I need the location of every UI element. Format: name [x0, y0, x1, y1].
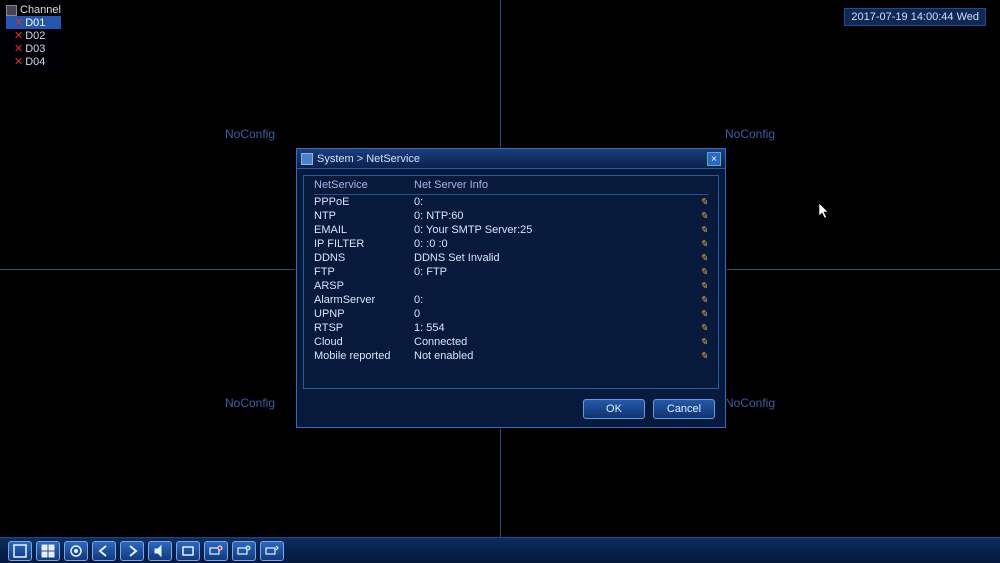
edit-icon[interactable]: ✎	[692, 265, 708, 279]
service-name: PPPoE	[314, 195, 414, 210]
cancel-button[interactable]: Cancel	[653, 399, 715, 419]
edit-icon[interactable]: ✎	[692, 209, 708, 223]
noconfig-label: NoConfig	[725, 396, 775, 410]
volume-button[interactable]	[148, 541, 172, 561]
multi-view-button[interactable]	[36, 541, 60, 561]
service-info: 0: FTP	[414, 265, 692, 279]
timestamp: 2017-07-19 14:00:44 Wed	[844, 8, 986, 26]
service-row-ip-filter[interactable]: IP FILTER0: :0 :0✎	[314, 237, 708, 251]
edit-icon[interactable]: ✎	[692, 293, 708, 307]
netservice-dialog: System > NetService × NetService Net Ser…	[296, 148, 726, 428]
netservice-table: NetService Net Server Info PPPoE0:✎NTP0:…	[314, 176, 708, 363]
channel-panel: Channel ✕D01✕D02✕D03✕D04	[2, 2, 65, 70]
taskbar	[0, 537, 1000, 563]
service-name: RTSP	[314, 321, 414, 335]
service-info: 0: NTP:60	[414, 209, 692, 223]
snapshot-button[interactable]	[260, 541, 284, 561]
channel-item-d04[interactable]: ✕D04	[6, 55, 61, 68]
edit-icon[interactable]: ✎	[692, 279, 708, 293]
edit-icon[interactable]: ✎	[692, 349, 708, 363]
dialog-titlebar[interactable]: System > NetService ×	[297, 149, 725, 169]
ptz-button[interactable]	[64, 541, 88, 561]
edit-icon[interactable]: ✎	[692, 237, 708, 251]
service-name: EMAIL	[314, 223, 414, 237]
x-icon: ✕	[14, 56, 23, 68]
service-info: 0:	[414, 293, 692, 307]
service-name: FTP	[314, 265, 414, 279]
service-info: 0: Your SMTP Server:25	[414, 223, 692, 237]
service-row-ddns[interactable]: DDNSDDNS Set Invalid✎	[314, 251, 708, 265]
dialog-title: System > NetService	[317, 153, 707, 165]
service-name: UPNP	[314, 307, 414, 321]
close-button[interactable]: ×	[707, 152, 721, 166]
edit-icon[interactable]: ✎	[692, 251, 708, 265]
edit-icon[interactable]: ✎	[692, 321, 708, 335]
color-button[interactable]	[176, 541, 200, 561]
service-row-mobile-reported[interactable]: Mobile reportedNot enabled✎	[314, 349, 708, 363]
x-icon: ✕	[14, 30, 23, 42]
service-row-pppoe[interactable]: PPPoE0:✎	[314, 195, 708, 210]
service-info: 1: 554	[414, 321, 692, 335]
service-name: Cloud	[314, 335, 414, 349]
record-off-button[interactable]	[232, 541, 256, 561]
service-row-email[interactable]: EMAIL0: Your SMTP Server:25✎	[314, 223, 708, 237]
single-view-button[interactable]	[8, 541, 32, 561]
service-name: Mobile reported	[314, 349, 414, 363]
x-icon: ✕	[14, 43, 23, 55]
channel-item-d03[interactable]: ✕D03	[6, 42, 61, 55]
service-info: 0:	[414, 195, 692, 210]
service-row-upnp[interactable]: UPNP0✎	[314, 307, 708, 321]
ok-button[interactable]: OK	[583, 399, 645, 419]
edit-icon[interactable]: ✎	[692, 307, 708, 321]
service-row-cloud[interactable]: CloudConnected✎	[314, 335, 708, 349]
col-header-info: Net Server Info	[414, 176, 692, 195]
service-name: NTP	[314, 209, 414, 223]
channel-item-d02[interactable]: ✕D02	[6, 29, 61, 42]
service-name: ARSP	[314, 279, 414, 293]
service-row-ftp[interactable]: FTP0: FTP✎	[314, 265, 708, 279]
dialog-footer: OK Cancel	[297, 395, 725, 427]
col-header-service: NetService	[314, 176, 414, 195]
x-icon: ✕	[14, 17, 23, 29]
dialog-icon	[301, 153, 313, 165]
next-button[interactable]	[120, 541, 144, 561]
dialog-body: NetService Net Server Info PPPoE0:✎NTP0:…	[303, 175, 719, 389]
service-row-arsp[interactable]: ARSP ✎	[314, 279, 708, 293]
channel-item-d01[interactable]: ✕D01	[6, 16, 61, 29]
edit-icon[interactable]: ✎	[692, 335, 708, 349]
edit-icon[interactable]: ✎	[692, 223, 708, 237]
noconfig-label: NoConfig	[225, 396, 275, 410]
service-row-ntp[interactable]: NTP0: NTP:60✎	[314, 209, 708, 223]
service-row-alarmserver[interactable]: AlarmServer0:✎	[314, 293, 708, 307]
channel-panel-title: Channel	[6, 4, 61, 16]
service-name: DDNS	[314, 251, 414, 265]
service-info: DDNS Set Invalid	[414, 251, 692, 265]
service-info: 0	[414, 307, 692, 321]
service-info: Connected	[414, 335, 692, 349]
service-name: AlarmServer	[314, 293, 414, 307]
prev-button[interactable]	[92, 541, 116, 561]
noconfig-label: NoConfig	[725, 127, 775, 141]
service-row-rtsp[interactable]: RTSP1: 554✎	[314, 321, 708, 335]
service-name: IP FILTER	[314, 237, 414, 251]
edit-icon[interactable]: ✎	[692, 195, 708, 210]
service-info: 0: :0 :0	[414, 237, 692, 251]
service-info	[414, 279, 692, 293]
service-info: Not enabled	[414, 349, 692, 363]
record-on-button[interactable]	[204, 541, 228, 561]
noconfig-label: NoConfig	[225, 127, 275, 141]
